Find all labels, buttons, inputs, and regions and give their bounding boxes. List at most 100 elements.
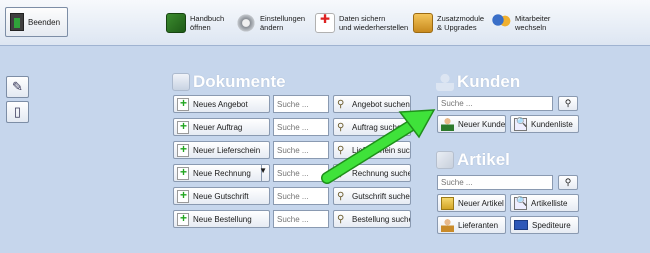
article-search-button[interactable]: ⚲ (558, 175, 578, 190)
dokumente-title: Dokumente (193, 72, 286, 91)
document-icon: ▯ (13, 104, 22, 119)
new-article-button[interactable]: Neuer Artikel (437, 194, 506, 212)
new-article-label: Neuer Artikel (458, 198, 504, 208)
artikel-title: Artikel (457, 150, 510, 169)
document-pencil-icon (172, 73, 190, 91)
new-customer-icon (441, 117, 454, 131)
purchase-order-search-input[interactable] (273, 210, 329, 228)
pencil-icon: ✎ (12, 79, 23, 94)
search-key-icon: ⚲ (337, 190, 345, 202)
manual-line2: öffnen (190, 23, 211, 32)
search-key-icon: ⚲ (337, 213, 345, 225)
employee-line2: wechseln (515, 23, 547, 32)
backup-line2: und wiederherstellen (339, 23, 409, 32)
order-search-label: Auftrag suchen (352, 122, 406, 132)
new-article-icon (441, 196, 454, 210)
article-box-icon (436, 151, 454, 169)
dokumente-heading: Dokumente (172, 72, 286, 92)
search-key-icon: ⚲ (337, 167, 345, 179)
carriers-button[interactable]: Spediteure (510, 216, 579, 234)
new-delivery-note-button[interactable]: Neuer Lieferschein (173, 141, 270, 159)
new-order-label: Neuer Auftrag (193, 122, 243, 132)
backup-icon (315, 13, 335, 33)
truck-icon (514, 220, 528, 230)
quote-search-label: Angebot suchen (352, 99, 410, 109)
addons-line2: & Upgrades (437, 23, 477, 32)
article-search-input[interactable] (437, 175, 553, 190)
addon-box-icon (413, 13, 433, 33)
search-key-icon: ⚲ (564, 177, 572, 187)
new-invoice-button[interactable]: Neue Rechnung ▼ (173, 164, 270, 182)
credit-note-search-button[interactable]: ⚲ Gutschrift suchen (333, 187, 411, 205)
new-customer-button[interactable]: Neuer Kunde (437, 115, 506, 133)
customer-search-button[interactable]: ⚲ (558, 96, 578, 111)
invoice-search-button[interactable]: ⚲ Rechnung suchen (333, 164, 411, 182)
credit-note-search-input[interactable] (273, 187, 329, 205)
settings-line2: ändern (260, 23, 284, 32)
customer-list-button[interactable]: Kundenliste (510, 115, 579, 133)
switch-employee-button[interactable]: Mitarbeiter wechseln (491, 9, 550, 37)
new-document-icon (177, 119, 189, 134)
list-search-icon (514, 117, 527, 131)
delivery-note-search-label: Lieferschein suchen (352, 145, 410, 155)
exit-label: Beenden (28, 17, 61, 27)
new-document-icon (177, 96, 189, 111)
backup-button[interactable]: Daten sichernund wiederherstellen (315, 9, 408, 37)
credit-note-search-label: Gutschrift suchen (352, 191, 411, 201)
new-customer-label: Neuer Kunde (458, 119, 506, 129)
customer-list-label: Kundenliste (531, 119, 573, 129)
artikel-heading: Artikel (436, 150, 510, 170)
kunden-heading: Kunden (436, 72, 520, 92)
kunden-title: Kunden (457, 72, 521, 91)
side-document-button[interactable]: ▯ (6, 101, 29, 123)
gear-icon (236, 13, 256, 33)
carriers-label: Spediteure (532, 220, 571, 230)
new-purchase-order-button[interactable]: Neue Bestellung (173, 210, 270, 228)
article-list-button[interactable]: Artikelliste (510, 194, 579, 212)
new-invoice-label: Neue Rechnung (193, 168, 251, 178)
dropdown-arrow-icon[interactable]: ▼ (259, 166, 267, 175)
customer-search-input[interactable] (437, 96, 553, 111)
suppliers-label: Lieferanten (458, 220, 499, 230)
order-search-input[interactable] (273, 118, 329, 136)
purchase-order-search-button[interactable]: ⚲ Bestellung suchen (333, 210, 411, 228)
new-quote-label: Neues Angebot (193, 99, 248, 109)
new-credit-note-button[interactable]: Neue Gutschrift (173, 187, 270, 205)
invoice-search-label: Rechnung suchen (352, 168, 411, 178)
search-key-icon: ⚲ (564, 98, 572, 108)
users-icon (491, 13, 511, 33)
new-quote-button[interactable]: Neues Angebot (173, 95, 270, 113)
search-key-icon: ⚲ (337, 98, 345, 110)
manual-button[interactable]: Handbuch öffnen (166, 9, 224, 37)
new-document-icon (177, 165, 189, 180)
delivery-note-search-button[interactable]: ⚲ Lieferschein suchen (333, 141, 411, 159)
customer-silhouette-icon (436, 73, 454, 91)
manual-line1: Handbuch (190, 14, 225, 23)
suppliers-button[interactable]: Lieferanten (437, 216, 506, 234)
supplier-icon (441, 218, 454, 232)
settings-button[interactable]: Einstellungen ändern (236, 9, 305, 37)
quote-search-button[interactable]: ⚲ Angebot suchen (333, 95, 411, 113)
new-delivery-note-label: Neuer Lieferschein (193, 145, 261, 155)
order-search-button[interactable]: ⚲ Auftrag suchen (333, 118, 411, 136)
new-document-icon (177, 188, 189, 203)
addons-line1: Zusatzmodule (437, 14, 485, 23)
invoice-search-input[interactable] (273, 164, 329, 182)
quote-search-input[interactable] (273, 95, 329, 113)
purchase-order-search-label: Bestellung suchen (352, 214, 411, 224)
new-document-icon (177, 211, 189, 226)
new-credit-note-label: Neue Gutschrift (193, 191, 249, 201)
settings-line1: Einstellungen (260, 14, 306, 23)
delivery-note-search-input[interactable] (273, 141, 329, 159)
exit-button[interactable]: Beenden (5, 7, 68, 37)
book-icon (166, 13, 186, 33)
new-order-button[interactable]: Neuer Auftrag (173, 118, 270, 136)
backup-line1: Daten sichern (339, 14, 386, 23)
top-toolbar: Beenden Handbuch öffnen Einstellungen ände… (0, 0, 650, 46)
new-purchase-order-label: Neue Bestellung (193, 214, 252, 224)
addons-button[interactable]: Zusatzmodule & Upgrades (413, 9, 484, 37)
employee-line1: Mitarbeiter (515, 14, 551, 23)
exit-door-icon (10, 13, 24, 31)
new-document-icon (177, 142, 189, 157)
side-edit-button[interactable]: ✎ (6, 76, 29, 98)
